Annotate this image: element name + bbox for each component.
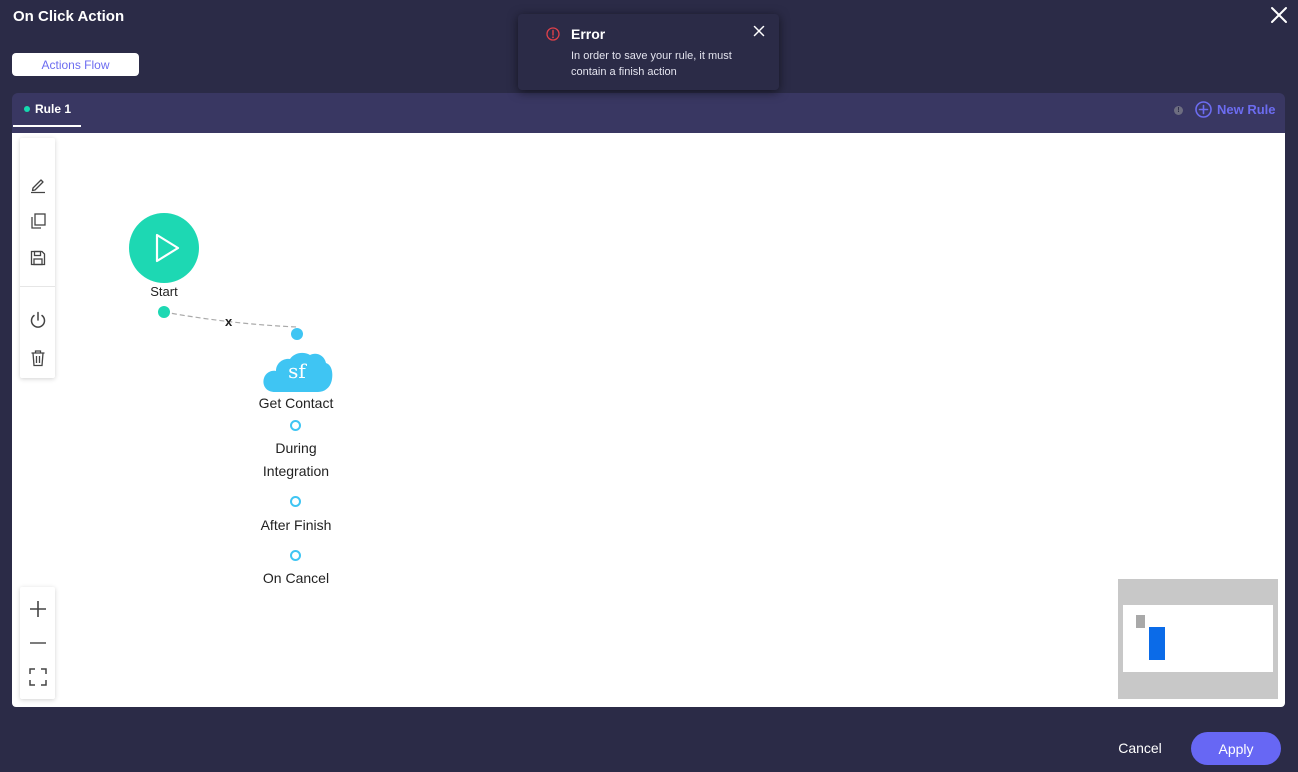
rule-tab-label: Rule 1 bbox=[35, 102, 72, 116]
canvas-toolbar bbox=[20, 138, 55, 378]
zoom-controls bbox=[20, 587, 55, 699]
toast-close-icon[interactable] bbox=[752, 24, 766, 38]
minimap-node bbox=[1136, 615, 1145, 628]
output-port-during-integration[interactable] bbox=[290, 420, 301, 431]
pencil-icon[interactable] bbox=[28, 174, 48, 194]
play-icon bbox=[155, 233, 180, 263]
output-port-after-finish[interactable] bbox=[290, 496, 301, 507]
trash-icon[interactable] bbox=[28, 348, 48, 368]
toast-title: Error bbox=[571, 26, 606, 42]
output-port-on-cancel[interactable] bbox=[290, 550, 301, 561]
dialog-title: On Click Action bbox=[13, 8, 125, 25]
new-rule-button[interactable]: New Rule bbox=[1195, 101, 1276, 118]
apply-button[interactable]: Apply bbox=[1191, 732, 1281, 765]
start-node[interactable] bbox=[129, 213, 199, 283]
action-label: Get Contact bbox=[258, 395, 334, 411]
flow-edge bbox=[163, 311, 298, 328]
cancel-button[interactable]: Cancel bbox=[1110, 735, 1170, 761]
plus-icon[interactable] bbox=[28, 599, 48, 619]
plus-circle-icon bbox=[1195, 101, 1212, 118]
output-label-after-finish: After Finish bbox=[260, 517, 332, 533]
save-icon[interactable] bbox=[28, 248, 48, 268]
active-dot bbox=[24, 106, 30, 112]
flow-canvas[interactable]: x Start sf Get Contact During Integratio… bbox=[12, 133, 1285, 707]
fit-screen-icon[interactable] bbox=[28, 667, 48, 687]
tab-rule-1[interactable]: Rule 1 bbox=[13, 93, 81, 127]
new-rule-label: New Rule bbox=[1217, 102, 1276, 117]
edge-delete-label[interactable]: x bbox=[225, 314, 232, 329]
minimap[interactable] bbox=[1118, 579, 1278, 699]
minimap-canvas bbox=[1123, 605, 1273, 672]
start-label: Start bbox=[150, 284, 178, 299]
output-label-during-integration: During Integration bbox=[262, 440, 330, 479]
tab-actions-flow[interactable]: Actions Flow bbox=[12, 53, 139, 76]
close-icon[interactable] bbox=[1268, 4, 1290, 26]
toolbar-divider bbox=[20, 286, 55, 287]
info-icon[interactable]: ! bbox=[1174, 106, 1183, 115]
output-label-on-cancel: On Cancel bbox=[262, 570, 330, 586]
minus-icon[interactable] bbox=[28, 633, 48, 653]
copy-icon[interactable] bbox=[28, 211, 48, 231]
action-input-port[interactable] bbox=[291, 328, 303, 340]
power-icon[interactable] bbox=[28, 310, 48, 330]
error-toast: Error In order to save your rule, it mus… bbox=[518, 14, 779, 90]
salesforce-logo-text: sf bbox=[288, 359, 306, 383]
start-output-port[interactable] bbox=[158, 306, 170, 318]
error-icon bbox=[546, 27, 560, 41]
rule-tabs-bar: Rule 1 ! New Rule bbox=[12, 93, 1285, 133]
minimap-viewport[interactable] bbox=[1149, 627, 1165, 660]
toast-message: In order to save your rule, it must cont… bbox=[571, 50, 732, 78]
